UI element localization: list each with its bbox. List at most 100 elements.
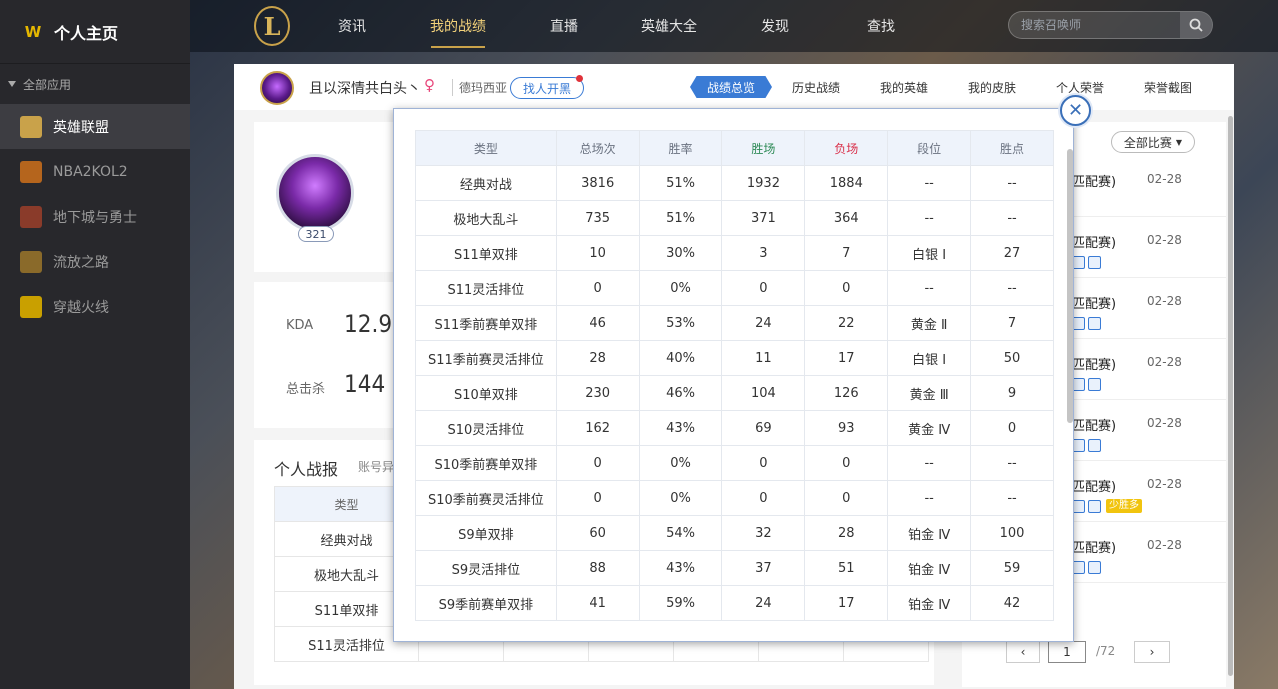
sidebar-section-all-apps[interactable]: 全部应用 bbox=[0, 64, 190, 104]
table-cell: 46 bbox=[555, 305, 640, 341]
tab-record-overview[interactable]: 战绩总览 bbox=[690, 76, 772, 98]
table-cell: S11灵活排位 bbox=[415, 270, 557, 306]
sidebar-item-nba[interactable]: NBA2KOL2 bbox=[0, 149, 190, 194]
table-cell: 0 bbox=[804, 445, 889, 481]
profile-avatar[interactable] bbox=[276, 154, 354, 232]
image-icon bbox=[1088, 561, 1101, 574]
table-cell: 0 bbox=[721, 480, 806, 516]
prev-page-button[interactable]: ‹ bbox=[1006, 641, 1040, 663]
tab-my-skins[interactable]: 我的皮肤 bbox=[968, 79, 1016, 96]
stats-table: 类型 总场次 胜率 胜场 负场 段位 胜点 经典对战 3816 51% 1932 1884 -- -- 极… bbox=[415, 130, 1054, 621]
column-header: 负场 bbox=[804, 130, 889, 166]
table-cell: 极地大乱斗 bbox=[415, 200, 557, 236]
table-cell: -- bbox=[970, 165, 1054, 201]
modal-scrollbar[interactable] bbox=[1067, 149, 1073, 423]
nav-news[interactable]: 资讯 bbox=[338, 16, 366, 36]
lol-logo-icon[interactable]: L bbox=[254, 6, 290, 46]
table-row: S9单双排 60 54% 32 28 铂金 Ⅳ 100 bbox=[415, 515, 1054, 551]
sidebar-item-label: NBA2KOL2 bbox=[53, 163, 128, 180]
table-cell: 17 bbox=[804, 340, 889, 376]
table-cell: 22 bbox=[804, 305, 889, 341]
tab-my-heroes[interactable]: 我的英雄 bbox=[880, 79, 928, 96]
chevron-right-icon: › bbox=[1149, 645, 1155, 659]
table-cell: 0% bbox=[638, 480, 723, 516]
pagination: ‹ 1 /72 › bbox=[1006, 641, 1206, 665]
table-row: S9季前赛单双排 41 59% 24 17 铂金 Ⅳ 42 bbox=[415, 585, 1054, 621]
nav-discover[interactable]: 发现 bbox=[761, 16, 789, 36]
sidebar-item-cf[interactable]: 穿越火线 bbox=[0, 284, 190, 329]
match-date: 02-28 bbox=[1147, 416, 1182, 430]
table-cell: 364 bbox=[804, 200, 889, 236]
image-icon bbox=[1088, 378, 1101, 391]
report-subtitle: 账号异 bbox=[358, 460, 395, 474]
table-cell: 白银 Ⅰ bbox=[887, 340, 972, 376]
search-input[interactable] bbox=[1021, 18, 1171, 32]
table-cell: 经典对战 bbox=[415, 165, 557, 201]
nav-search[interactable]: 查找 bbox=[867, 16, 895, 36]
table-cell: 1932 bbox=[721, 165, 806, 201]
table-cell: 59% bbox=[638, 585, 723, 621]
match-date: 02-28 bbox=[1147, 477, 1182, 491]
table-cell: 69 bbox=[721, 410, 806, 446]
close-modal-button[interactable]: ✕ bbox=[1060, 95, 1091, 126]
kda-label: KDA bbox=[286, 318, 314, 333]
table-cell: 10 bbox=[555, 235, 640, 271]
table-cell: 46% bbox=[638, 375, 723, 411]
table-cell: 0 bbox=[721, 445, 806, 481]
table-cell: 59 bbox=[970, 550, 1054, 586]
table-cell: 28 bbox=[555, 340, 640, 376]
nav-live[interactable]: 直播 bbox=[550, 16, 578, 36]
tab-history[interactable]: 历史战绩 bbox=[792, 79, 840, 96]
table-cell: 28 bbox=[804, 515, 889, 551]
avatar[interactable] bbox=[260, 71, 294, 105]
column-header: 段位 bbox=[887, 130, 972, 166]
total-kills-value: 144 bbox=[344, 370, 386, 398]
notification-dot bbox=[576, 75, 583, 82]
table-row: S11单双排 10 30% 3 7 白银 Ⅰ 27 bbox=[415, 235, 1054, 271]
match-mode: 匹配赛) bbox=[1072, 236, 1117, 251]
sidebar-item-label: 地下城与勇士 bbox=[53, 209, 137, 226]
match-mode: 匹配赛) bbox=[1072, 419, 1117, 434]
table-cell: S9季前赛单双排 bbox=[415, 585, 557, 621]
table-cell: 51 bbox=[804, 550, 889, 586]
table-row: S10季前赛单双排 0 0% 0 0 -- -- bbox=[415, 445, 1054, 481]
nav-champions[interactable]: 英雄大全 bbox=[641, 16, 697, 36]
table-cell: 230 bbox=[555, 375, 640, 411]
table-cell: 43% bbox=[638, 550, 723, 586]
tab-honor-screenshots[interactable]: 荣誉截图 bbox=[1144, 79, 1192, 96]
search-box bbox=[1008, 11, 1213, 39]
match-mode: 匹配赛) bbox=[1072, 480, 1117, 495]
top-navigation: L 资讯 我的战绩 直播 英雄大全 发现 查找 bbox=[190, 0, 1278, 52]
wegame-logo-icon: W bbox=[24, 22, 42, 41]
column-header: 胜场 bbox=[721, 130, 806, 166]
tab-honors[interactable]: 个人荣誉 bbox=[1056, 79, 1104, 96]
table-cell: 371 bbox=[721, 200, 806, 236]
sidebar-item-poe[interactable]: 流放之路 bbox=[0, 239, 190, 284]
table-cell: S11单双排 bbox=[415, 235, 557, 271]
chevron-left-icon: ‹ bbox=[1020, 645, 1026, 659]
page-number[interactable]: 1 bbox=[1048, 641, 1086, 663]
next-page-button[interactable]: › bbox=[1134, 641, 1170, 663]
dnf-icon bbox=[20, 205, 42, 228]
find-teammate-button[interactable]: 找人开黑 bbox=[510, 77, 584, 99]
close-icon: ✕ bbox=[1067, 100, 1084, 121]
cf-icon bbox=[20, 295, 42, 318]
sidebar-item-dnf[interactable]: 地下城与勇士 bbox=[0, 194, 190, 239]
search-button[interactable] bbox=[1180, 12, 1212, 38]
page-scrollbar[interactable] bbox=[1228, 116, 1233, 676]
sidebar-header[interactable]: W 个人主页 bbox=[0, 0, 190, 64]
table-cell: -- bbox=[970, 270, 1054, 306]
nav-my-record[interactable]: 我的战绩 bbox=[430, 16, 486, 36]
sidebar-item-label: 穿越火线 bbox=[53, 299, 109, 316]
sidebar-item-lol[interactable]: 英雄联盟 bbox=[0, 104, 190, 149]
match-date: 02-28 bbox=[1147, 355, 1182, 369]
table-cell: 53% bbox=[638, 305, 723, 341]
page-total: /72 bbox=[1096, 644, 1116, 658]
table-row: S10季前赛灵活排位 0 0% 0 0 -- -- bbox=[415, 480, 1054, 516]
image-icon bbox=[1088, 439, 1101, 452]
table-cell: 0% bbox=[638, 270, 723, 306]
match-filter-dropdown[interactable]: 全部比赛 ▼ bbox=[1111, 131, 1195, 153]
table-cell: -- bbox=[887, 200, 972, 236]
nba-icon bbox=[20, 160, 42, 183]
table-cell: -- bbox=[887, 480, 972, 516]
